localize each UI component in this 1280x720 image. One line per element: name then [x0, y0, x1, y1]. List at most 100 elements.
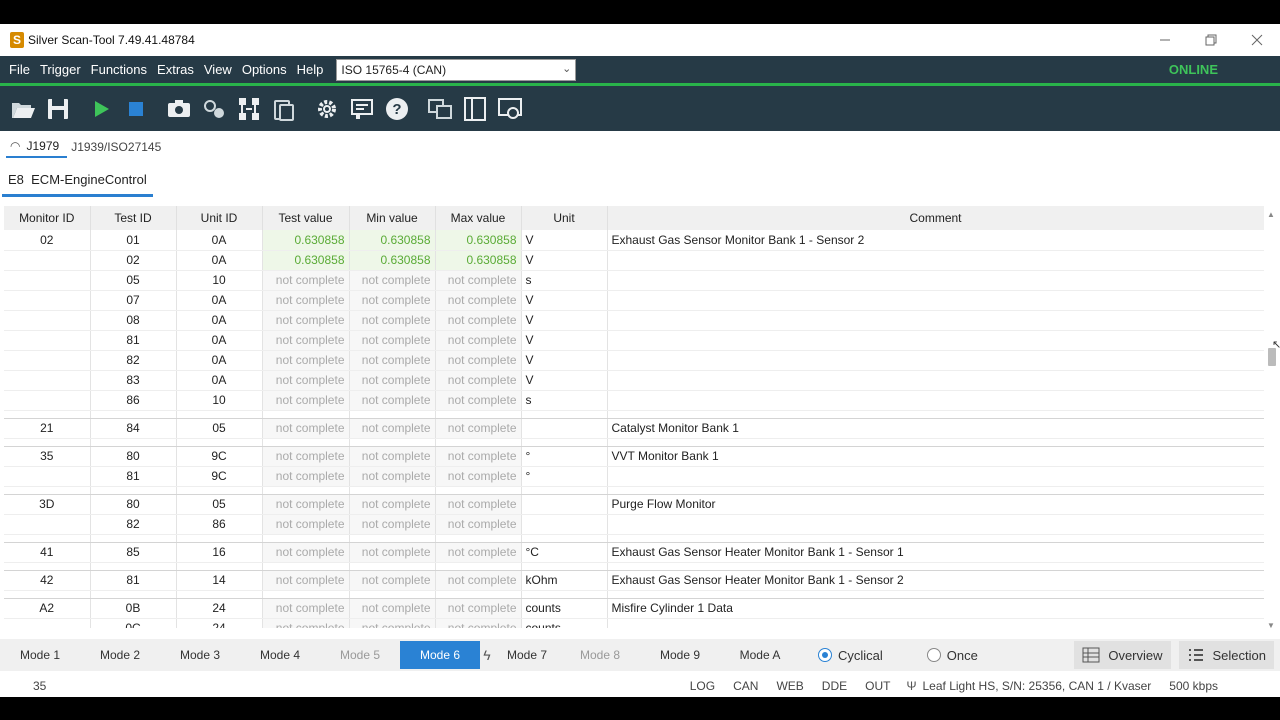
max-value-cell: not complete	[435, 350, 522, 371]
help-button[interactable]: ?	[380, 92, 414, 126]
col-test-id[interactable]: Test ID	[90, 206, 177, 230]
start-button[interactable]	[84, 92, 118, 126]
menu-help[interactable]: Help	[292, 62, 329, 77]
selection-button[interactable]: Selection	[1178, 641, 1274, 669]
unit-cell: kOhm	[521, 570, 608, 591]
play-icon	[95, 100, 109, 117]
once-radio[interactable]: Once	[926, 648, 978, 663]
restore-button[interactable]	[1188, 24, 1234, 56]
group-separator	[4, 562, 1264, 571]
vehicle-info-button[interactable]	[345, 92, 379, 126]
status-indicators: LOG CAN WEB DDE OUT Ψ Leaf Light HS, S/N: 253…	[672, 679, 1218, 693]
mode-button-4[interactable]: Mode 4	[240, 641, 320, 669]
tab-ecu[interactable]: E8 ECM-EngineControl	[2, 166, 153, 197]
separator-cell	[349, 410, 436, 419]
stop-button[interactable]	[119, 92, 153, 126]
table-row[interactable]: 42 81 14 not complete not complete not comple…	[4, 570, 1264, 591]
network-button[interactable]	[232, 92, 266, 126]
mode-button-9[interactable]: Mode 9	[640, 641, 720, 669]
test-id-cell: 07	[90, 290, 177, 311]
status-out[interactable]: OUT	[865, 679, 890, 693]
mode-button-2[interactable]: Mode 2	[80, 641, 160, 669]
radio-checked-icon	[818, 648, 832, 662]
comment-cell: Exhaust Gas Sensor Heater Monitor Bank 1…	[607, 542, 1264, 563]
table-row[interactable]: 41 85 16 not complete not complete not comple…	[4, 542, 1264, 563]
mode-button-6[interactable]: Mode 6	[400, 641, 480, 669]
col-comment[interactable]: Comment	[607, 206, 1264, 230]
cyclical-radio[interactable]: Cyclical	[818, 648, 883, 663]
menu-extras[interactable]: Extras	[152, 62, 199, 77]
monitor-id-cell: 3D	[4, 494, 91, 515]
table-row[interactable]: 82 86 not complete not complete not complete	[4, 514, 1264, 535]
col-test-value[interactable]: Test value	[262, 206, 350, 230]
table-row[interactable]: 0C 24 not complete not complete not complete…	[4, 618, 1264, 628]
separator-cell	[262, 410, 350, 419]
table-row[interactable]: 3D 80 05 not complete not complete not comple…	[4, 494, 1264, 515]
menu-view[interactable]: View	[199, 62, 237, 77]
tab-j1979[interactable]: ◠ J1979	[6, 136, 68, 158]
mode-button-7[interactable]: Mode 7	[494, 641, 560, 669]
table-row[interactable]: 81 9C not complete not complete not complete…	[4, 466, 1264, 487]
table-row[interactable]: 08 0A not complete not complete not complete…	[4, 310, 1264, 331]
unit-id-cell: 14	[176, 570, 263, 591]
separator-cell	[262, 590, 350, 599]
settings-button[interactable]	[310, 92, 344, 126]
close-button[interactable]	[1234, 24, 1280, 56]
max-value-cell: not complete	[435, 618, 522, 628]
search-device-button[interactable]	[197, 92, 231, 126]
col-max-value[interactable]: Max value	[435, 206, 522, 230]
status-dde[interactable]: DDE	[822, 679, 847, 693]
separator-cell	[607, 486, 1264, 495]
table-row[interactable]: 21 84 05 not complete not complete not comple…	[4, 418, 1264, 439]
menu-options[interactable]: Options	[237, 62, 292, 77]
mode-button-1[interactable]: Mode 1	[0, 641, 80, 669]
separator-cell	[4, 410, 91, 419]
col-min-value[interactable]: Min value	[349, 206, 436, 230]
ecu-tabs: E8 ECM-EngineControl	[0, 163, 1280, 199]
max-value-cell: not complete	[435, 290, 522, 311]
menu-functions[interactable]: Functions	[86, 62, 152, 77]
status-log[interactable]: LOG	[690, 679, 715, 693]
menu-file[interactable]: File	[4, 62, 35, 77]
tab-j1939[interactable]: J1939/ISO27145	[67, 137, 169, 157]
save-button[interactable]	[41, 92, 75, 126]
vertical-scrollbar[interactable]: ▲ ▼	[1266, 210, 1276, 630]
table-row[interactable]: 81 0A not complete not complete not complete…	[4, 330, 1264, 351]
table-row[interactable]: A2 0B 24 not complete not complete not comple…	[4, 598, 1264, 619]
col-unit[interactable]: Unit	[521, 206, 608, 230]
scroll-up-icon[interactable]: ▲	[1266, 210, 1276, 219]
clipboard-button[interactable]	[267, 92, 301, 126]
col-monitor-id[interactable]: Monitor ID	[4, 206, 91, 230]
mode-button-5[interactable]: Mode 5	[320, 641, 400, 669]
table-row[interactable]: 83 0A not complete not complete not complete…	[4, 370, 1264, 391]
table-row[interactable]: 82 0A not complete not complete not complete…	[4, 350, 1264, 371]
table-row[interactable]: 02 01 0A 0.630858 0.630858 0.630858 V Exhaust G…	[4, 230, 1264, 251]
windows-button[interactable]	[423, 92, 457, 126]
snapshot-button[interactable]	[162, 92, 196, 126]
separator-cell	[176, 534, 263, 543]
wifi-icon: ◠	[10, 139, 21, 153]
scroll-down-icon[interactable]: ▼	[1266, 621, 1276, 630]
status-can[interactable]: CAN	[733, 679, 758, 693]
table-row[interactable]: 05 10 not complete not complete not complete…	[4, 270, 1264, 291]
table-row[interactable]: 07 0A not complete not complete not complete…	[4, 290, 1264, 311]
mode-button-8[interactable]: Mode 8	[560, 641, 640, 669]
panel-icon	[464, 96, 486, 121]
monitor-view-button[interactable]	[493, 92, 527, 126]
menu-trigger[interactable]: Trigger	[35, 62, 86, 77]
table-row[interactable]: 02 0A 0.630858 0.630858 0.630858 V	[4, 250, 1264, 271]
panel-button[interactable]	[458, 92, 492, 126]
comment-cell	[607, 310, 1264, 331]
mode-button-3[interactable]: Mode 3	[160, 641, 240, 669]
col-unit-id[interactable]: Unit ID	[176, 206, 263, 230]
status-web[interactable]: WEB	[776, 679, 803, 693]
open-button[interactable]	[6, 92, 40, 126]
gear-icon	[318, 99, 336, 118]
minimize-button[interactable]	[1142, 24, 1188, 56]
unit-id-cell: 0A	[176, 290, 263, 311]
table-row[interactable]: 86 10 not complete not complete not complete…	[4, 390, 1264, 411]
table-row[interactable]: 35 80 9C not complete not complete not comple…	[4, 446, 1264, 467]
protocol-select[interactable]: ISO 15765-4 (CAN) ⌄	[336, 58, 577, 81]
overview-button[interactable]: Overview	[1074, 641, 1171, 669]
mode-button-10[interactable]: Mode A	[720, 641, 800, 669]
